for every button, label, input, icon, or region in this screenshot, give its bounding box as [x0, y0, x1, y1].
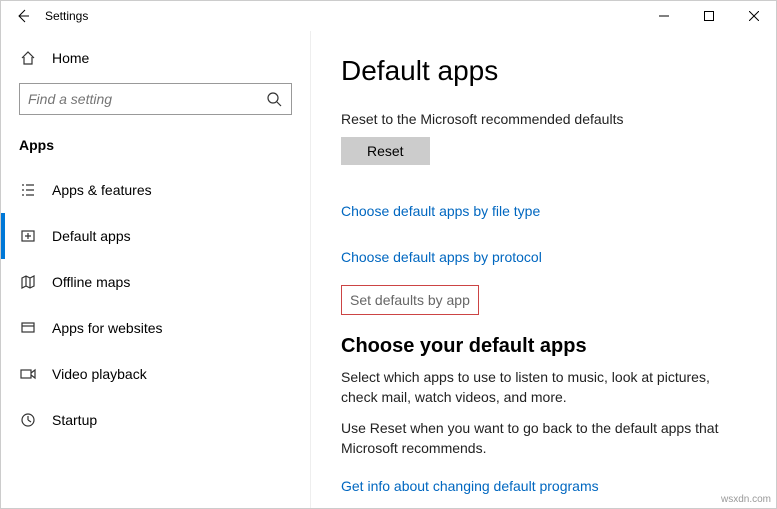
sidebar-item-label: Apps for websites — [52, 320, 163, 336]
defaults-icon — [19, 227, 37, 245]
search-input[interactable] — [28, 91, 265, 107]
minimize-icon — [659, 11, 669, 21]
close-button[interactable] — [731, 1, 776, 31]
sidebar-item-apps-websites[interactable]: Apps for websites — [1, 305, 310, 351]
sidebar-item-startup[interactable]: Startup — [1, 397, 310, 443]
sidebar-item-offline-maps[interactable]: Offline maps — [1, 259, 310, 305]
link-choose-by-filetype[interactable]: Choose default apps by file type — [341, 195, 748, 227]
reset-description: Reset to the Microsoft recommended defau… — [341, 111, 748, 127]
watermark: wsxdn.com — [721, 494, 771, 505]
sidebar-item-label: Video playback — [52, 366, 147, 382]
home-nav[interactable]: Home — [1, 39, 310, 77]
search-icon — [265, 90, 283, 108]
page-title: Default apps — [341, 55, 748, 87]
video-icon — [19, 365, 37, 383]
maximize-button[interactable] — [686, 1, 731, 31]
maximize-icon — [704, 11, 714, 21]
home-icon — [19, 49, 37, 67]
content-pane: Default apps Reset to the Microsoft reco… — [311, 31, 776, 508]
close-icon — [749, 11, 759, 21]
sidebar-item-video-playback[interactable]: Video playback — [1, 351, 310, 397]
map-icon — [19, 273, 37, 291]
section-header: Apps — [1, 131, 310, 167]
link-choose-by-protocol[interactable]: Choose default apps by protocol — [341, 241, 748, 273]
startup-icon — [19, 411, 37, 429]
back-arrow-icon — [15, 8, 31, 24]
subheading: Choose your default apps — [341, 335, 748, 358]
window-title: Settings — [45, 9, 88, 23]
title-bar: Settings — [1, 1, 776, 31]
home-label: Home — [52, 50, 89, 66]
description-1: Select which apps to use to listen to mu… — [341, 368, 748, 407]
sidebar-item-label: Default apps — [52, 228, 131, 244]
list-icon — [19, 181, 37, 199]
link-set-defaults-by-app[interactable]: Set defaults by app — [341, 285, 479, 315]
sidebar-item-apps-features[interactable]: Apps & features — [1, 167, 310, 213]
sidebar-item-label: Apps & features — [52, 182, 152, 198]
sidebar-item-label: Offline maps — [52, 274, 130, 290]
websites-icon — [19, 319, 37, 337]
settings-window: Settings Home — [0, 0, 777, 509]
back-button[interactable] — [9, 2, 37, 30]
sidebar-item-label: Startup — [52, 412, 97, 428]
search-box[interactable] — [19, 83, 292, 115]
sidebar-item-default-apps[interactable]: Default apps — [1, 213, 310, 259]
description-2: Use Reset when you want to go back to th… — [341, 419, 748, 458]
sidebar: Home Apps Apps & features Default apps — [1, 31, 311, 508]
link-get-info[interactable]: Get info about changing default programs — [341, 470, 748, 502]
minimize-button[interactable] — [641, 1, 686, 31]
reset-button[interactable]: Reset — [341, 137, 430, 165]
